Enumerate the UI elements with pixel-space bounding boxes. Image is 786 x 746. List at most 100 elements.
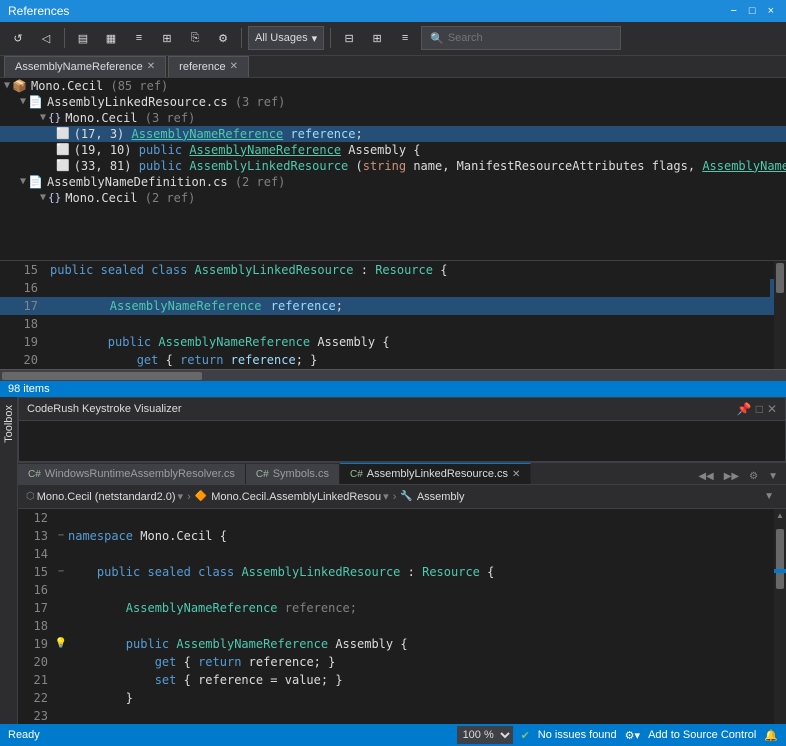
- cs-icon-2: C#: [256, 469, 269, 480]
- tab-close-reference[interactable]: ✕: [230, 61, 238, 72]
- editor-tab-symbols[interactable]: C# Symbols.cs: [246, 464, 340, 484]
- main-layout: References − □ × ↺ ◁ ▤ ▦ ≡ ⊞ ⎘ ⚙ All Usa…: [0, 0, 786, 746]
- bell-icon[interactable]: 🔔: [764, 729, 778, 742]
- ready-label: Ready: [8, 729, 40, 741]
- keystroke-close-button[interactable]: ✕: [767, 402, 777, 416]
- collapse-icon-ns2: ▼: [40, 192, 46, 203]
- close-button[interactable]: ×: [764, 5, 778, 17]
- tree-view-button[interactable]: ⊞: [155, 26, 179, 50]
- editor-settings-button[interactable]: ⚙: [745, 469, 762, 484]
- horizontal-scrollbar[interactable]: [0, 369, 786, 381]
- code-line-b-13: 13 − namespace Mono.Cecil {: [18, 527, 762, 545]
- cs-icon-1: C#: [28, 469, 41, 480]
- breadcrumb-class-text: Mono.Cecil.AssemblyLinkedResou: [211, 491, 381, 503]
- group-view-button[interactable]: ▦: [99, 26, 123, 50]
- settings-button[interactable]: ⚙: [211, 26, 235, 50]
- breadcrumb-class[interactable]: 🔶 Mono.Cecil.AssemblyLinkedResou ▾: [195, 490, 389, 503]
- search-box[interactable]: 🔍: [421, 26, 621, 50]
- cc-19: public AssemblyNameReference Assembly {: [68, 635, 408, 653]
- search-icon: 🔍: [430, 32, 444, 45]
- keystroke-title-bar: CodeRush Keystroke Visualizer 📌 □ ✕: [19, 398, 785, 421]
- flat-view-button[interactable]: ≡: [127, 26, 151, 50]
- keystroke-panel: CodeRush Keystroke Visualizer 📌 □ ✕: [18, 397, 786, 462]
- copy-button[interactable]: ⎘: [183, 26, 207, 50]
- ln-17: 17: [18, 599, 48, 617]
- main-editor-area: CodeRush Keystroke Visualizer 📌 □ ✕ C# W…: [18, 397, 786, 724]
- breadcrumb-sep-2: ›: [393, 491, 397, 503]
- code-line-b-17: 17 AssemblyNameReference reference;: [18, 599, 762, 617]
- breadcrumb-class-dropdown[interactable]: ▾: [383, 490, 389, 503]
- toolbar: ↺ ◁ ▤ ▦ ≡ ⊞ ⎘ ⚙ All Usages ▾ ⊟ ⊞ ≡ 🔍: [0, 22, 786, 56]
- scrollbar-track-top[interactable]: [774, 261, 786, 369]
- breadcrumb-scroll-down[interactable]: ▼: [760, 489, 778, 504]
- ln-22: 22: [18, 689, 48, 707]
- toolbar-separator-3: [330, 28, 331, 48]
- toolbox-label[interactable]: Toolbox: [1, 401, 17, 447]
- cc-15: public sealed class AssemblyLinkedResour…: [68, 563, 494, 581]
- back-button[interactable]: ◁: [34, 26, 58, 50]
- ln-18: 18: [18, 617, 48, 635]
- tab-close-assemblyname[interactable]: ✕: [147, 61, 155, 72]
- tree-file-assemblynamedefinition[interactable]: ▼ 📄 AssemblyNameDefinition.cs (2 ref): [0, 174, 786, 190]
- ln-16: 16: [18, 581, 48, 599]
- list-view-button[interactable]: ▤: [71, 26, 95, 50]
- usages-dropdown[interactable]: All Usages ▾: [248, 26, 324, 50]
- tree-namespace-2[interactable]: ▼ {} Mono.Cecil (2 ref): [0, 190, 786, 206]
- code-content-17: AssemblyNameReference reference;: [50, 297, 343, 315]
- tree-root-monocecil[interactable]: ▼ 📦 Mono.Cecil (85 ref): [0, 78, 786, 94]
- cc-13: namespace Mono.Cecil {: [68, 527, 227, 545]
- keystroke-float-button[interactable]: □: [756, 402, 763, 416]
- tree-ref-17-3[interactable]: ⬜ (17, 3) AssemblyNameReference referenc…: [0, 126, 786, 142]
- tree-ref-33-81[interactable]: ⬜ (33, 81) public AssemblyLinkedResource…: [0, 158, 786, 174]
- editor-scrollbar-thumb[interactable]: [776, 529, 784, 589]
- namespace-bc-icon: ⬡: [26, 491, 35, 502]
- add-source-control-label[interactable]: Add to Source Control: [648, 729, 756, 741]
- gutter-18: [54, 617, 68, 635]
- tree-ref-19-10[interactable]: ⬜ (19, 10) public AssemblyNameReference …: [0, 142, 786, 158]
- code-editor-inner[interactable]: 12 13 − namespace Mono.Cecil {: [18, 509, 774, 724]
- keystroke-pin-button[interactable]: 📌: [737, 402, 752, 416]
- zoom-control[interactable]: 100 % 75 % 125 % 150 %: [457, 726, 513, 744]
- code-line-20: 20 get { return reference; }: [0, 351, 786, 369]
- search-input[interactable]: [448, 32, 612, 44]
- breadcrumb-ns-dropdown[interactable]: ▾: [178, 490, 184, 503]
- scrollbar-thumb-h[interactable]: [2, 372, 202, 380]
- nav-back-button[interactable]: ◀◀: [694, 469, 717, 484]
- gutter-16: [54, 581, 68, 599]
- tree-namespace-1[interactable]: ▼ {} Mono.Cecil (3 ref): [0, 110, 786, 126]
- editor-more-button[interactable]: ▼: [764, 469, 782, 484]
- tree-file-assemblylinked[interactable]: ▼ 📄 AssemblyLinkedResource.cs (3 ref): [0, 94, 786, 110]
- editor-tab-close-3[interactable]: ✕: [512, 469, 520, 480]
- scroll-up-button[interactable]: ▲: [776, 511, 784, 520]
- scrollbar-thumb-top[interactable]: [776, 263, 784, 293]
- minimize-button[interactable]: −: [726, 5, 740, 17]
- code-editor-bottom: 12 13 − namespace Mono.Cecil {: [18, 509, 774, 724]
- zoom-select[interactable]: 100 % 75 % 125 % 150 %: [457, 726, 513, 744]
- breadcrumb-namespace[interactable]: ⬡ Mono.Cecil (netstandard2.0) ▾: [26, 490, 183, 503]
- settings-dropdown-icon[interactable]: ⚙▾: [625, 729, 640, 742]
- collapse-icon-file1: ▼: [20, 96, 26, 107]
- view-toggle-3[interactable]: ≡: [393, 26, 417, 50]
- refresh-button[interactable]: ↺: [6, 26, 30, 50]
- editor-tab-assemblylinked[interactable]: C# AssemblyLinkedResource.cs ✕: [340, 463, 531, 484]
- tab-assemblyname-reference[interactable]: AssemblyNameReference ✕: [4, 56, 166, 77]
- editor-nav-controls: ◀◀ ▶▶ ⚙ ▼: [690, 469, 786, 484]
- tree-file-label: AssemblyLinkedResource.cs (3 ref): [47, 95, 285, 109]
- view-toggle-1[interactable]: ⊟: [337, 26, 361, 50]
- view-toggle-2[interactable]: ⊞: [365, 26, 389, 50]
- breadcrumb-member[interactable]: 🔧 Assembly: [400, 491, 464, 503]
- references-tree[interactable]: ▼ 📦 Mono.Cecil (85 ref) ▼ 📄 AssemblyLink…: [0, 78, 786, 260]
- editor-scrollbar-v[interactable]: ▲: [774, 509, 786, 724]
- code-line-17: 17 AssemblyNameReference reference;: [0, 297, 786, 315]
- toolbar-separator-1: [64, 28, 65, 48]
- cs-icon-3: C#: [350, 469, 363, 480]
- code-line-b-18: 18: [18, 617, 762, 635]
- tree-file2-label: AssemblyNameDefinition.cs (2 ref): [47, 175, 285, 189]
- nav-forward-button[interactable]: ▶▶: [720, 469, 743, 484]
- maximize-button[interactable]: □: [745, 5, 760, 17]
- editor-tab-windowsruntime[interactable]: C# WindowsRuntimeAssemblyResolver.cs: [18, 464, 246, 484]
- tree-ref-label-1: (17, 3) AssemblyNameReference reference;: [74, 127, 363, 141]
- tab-reference[interactable]: reference ✕: [168, 56, 249, 77]
- tree-ref-label-2: (19, 10) public AssemblyNameReference As…: [74, 143, 421, 157]
- code-preview-content: 15 public sealed class AssemblyLinkedRes…: [0, 261, 786, 369]
